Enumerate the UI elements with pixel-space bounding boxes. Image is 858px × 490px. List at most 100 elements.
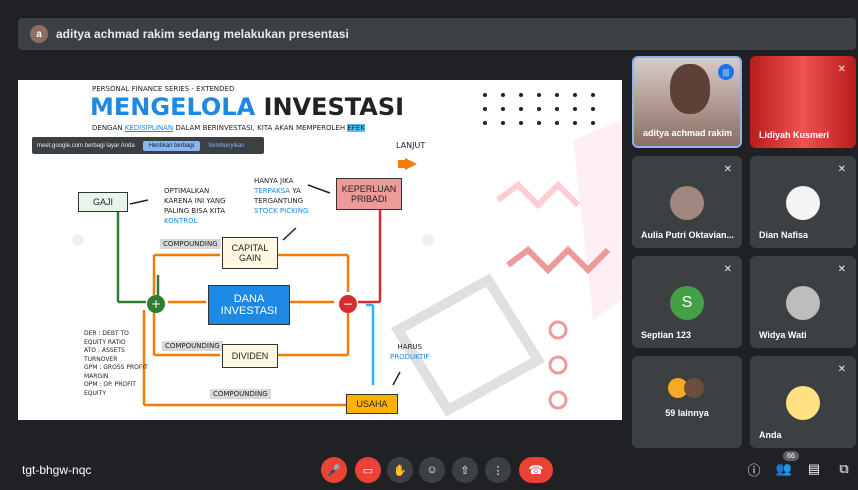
presenter-avatar: a: [30, 25, 48, 43]
avatar: [786, 186, 820, 220]
subtitle-highlight: KEDISIPLINAN: [124, 124, 174, 132]
hanya-jika-note: HANYA JIKA TERPAKSA YA TERGANTUNG STOCK …: [254, 176, 308, 216]
people-icon[interactable]: 👥: [774, 459, 794, 479]
presenting-banner: a aditya achmad rakim sedang melakukan p…: [18, 18, 856, 50]
participant-tile-speaker[interactable]: ||| aditya achmad rakim: [632, 56, 742, 148]
meeting-info-icon[interactable]: ⓘ: [744, 459, 764, 479]
mic-off-icon: ✕: [837, 64, 846, 75]
participant-tile[interactable]: ✕ Widya Wati: [750, 256, 856, 348]
mic-off-button[interactable]: 🎤: [321, 457, 347, 483]
compounding-label-3: COMPOUNDING: [210, 389, 271, 399]
mic-off-icon: ✕: [723, 164, 732, 175]
dana-line: DANA: [233, 293, 265, 305]
optimalkan-line: OPTIMALKAN: [164, 187, 210, 195]
participant-tile-self[interactable]: ✕ Anda: [750, 356, 856, 448]
mic-off-icon: ✕: [837, 264, 846, 275]
optimalkan-line: KONTROL: [164, 217, 198, 225]
svg-text:+: +: [151, 297, 161, 311]
dana-line: INVESTASI: [220, 305, 278, 317]
slide-title-a: MENGELOLA: [90, 93, 256, 121]
avatar: [786, 286, 820, 320]
hide-banner-button[interactable]: Sembunyikan: [208, 143, 244, 149]
lanjut-label: LANJUT: [396, 141, 426, 150]
note-line: STOCK PICKING: [254, 207, 309, 215]
ratio-line: MARGIN: [84, 372, 109, 380]
present-button[interactable]: ⇧: [452, 457, 478, 483]
speaking-indicator-icon: |||: [718, 64, 734, 80]
capital-gain-line: CAPITAL: [231, 243, 269, 253]
shared-screen: + − PERSONAL FINANCE SERIES - EXTENDED M…: [18, 80, 622, 420]
stop-sharing-button[interactable]: Hentikan berbagi: [142, 140, 201, 151]
harus-line: PRODUKTIF: [390, 353, 430, 361]
harus-note: HARUS PRODUKTIF: [390, 342, 430, 362]
raise-hand-button[interactable]: ✋: [387, 457, 413, 483]
compounding-label-2: COMPOUNDING: [162, 341, 223, 351]
presenting-text: aditya achmad rakim sedang melakukan pre…: [56, 27, 349, 41]
ratio-line: OPM : OP. PROFIT: [84, 381, 136, 388]
ratio-line: TURNOVER: [84, 355, 118, 363]
emoji-button[interactable]: ☺: [419, 457, 445, 483]
participant-name: Aulia Putri Oktavian...: [641, 230, 735, 240]
keperluan-box: KEPERLUAN PRIBADI: [336, 178, 402, 210]
usaha-box: USAHA: [346, 394, 398, 414]
avatar: [786, 386, 820, 420]
slide-title-b: INVESTASI: [263, 93, 405, 121]
optimalkan-line: KARENA INI YANG: [164, 197, 226, 205]
activities-icon[interactable]: ⧉: [834, 459, 854, 479]
compounding-label: COMPOUNDING: [160, 239, 221, 249]
person-silhouette: [670, 64, 710, 114]
participant-tile[interactable]: ✕ Lidiyah Kusmeri: [750, 56, 856, 148]
participant-name: Lidiyah Kusmeri: [759, 130, 830, 140]
note-line: HANYA JIKA: [254, 177, 294, 185]
capital-gain-box: CAPITAL GAIN: [222, 237, 278, 269]
note-line: YA: [292, 187, 301, 195]
participant-tile[interactable]: ✕ Aulia Putri Oktavian...: [632, 156, 742, 248]
capital-gain-line: GAIN: [238, 253, 261, 263]
subtitle-end: EFEK: [347, 124, 365, 132]
more-options-button[interactable]: ⋮: [485, 457, 511, 483]
mic-off-icon: ✕: [837, 364, 846, 375]
participant-tile-others[interactable]: 59 lainnya: [632, 356, 742, 448]
ratio-notes: DER : DEBT TO EQUITY RATIO ATO : ASSETS …: [84, 330, 148, 398]
mic-off-icon: ✕: [837, 164, 846, 175]
end-call-button[interactable]: ☎: [519, 457, 553, 483]
others-count: 59 lainnya: [665, 408, 709, 418]
svg-text:−: −: [343, 297, 353, 311]
compounding-text: COMPOUNDING: [162, 341, 223, 351]
note-line: TERPAKSA: [254, 187, 291, 195]
avatar: [684, 378, 704, 398]
ratio-line: EQUITY RATIO: [84, 338, 126, 346]
ratio-line: GPM : GROSS PROFIT: [84, 364, 148, 371]
subtitle-pre: DENGAN: [92, 124, 123, 132]
participant-name: Dian Nafisa: [759, 230, 809, 240]
share-banner-text: meet.google.com berbagi layar Anda: [37, 142, 135, 149]
screen-share-banner: meet.google.com berbagi layar Anda Henti…: [32, 137, 264, 154]
optimalkan-note: OPTIMALKAN KARENA INI YANG PALING BISA K…: [164, 186, 226, 226]
keperluan-line: PRIBADI: [350, 194, 387, 204]
harus-line: HARUS: [397, 343, 422, 351]
participant-name: aditya achmad rakim: [643, 128, 733, 138]
ratio-line: EQUITY: [84, 389, 107, 397]
compounding-text: COMPOUNDING: [210, 389, 271, 399]
ratio-line: DER : DEBT TO: [84, 330, 129, 337]
avatar: [670, 186, 704, 220]
slide-title: MENGELOLA INVESTASI: [90, 93, 404, 121]
avatar: S: [670, 286, 704, 320]
compounding-text: COMPOUNDING: [160, 239, 221, 249]
optimalkan-line: PALING BISA KITA: [164, 207, 226, 215]
slide-series: PERSONAL FINANCE SERIES - EXTENDED: [92, 85, 235, 93]
meeting-code: tgt-bhgw-nqc: [22, 463, 92, 477]
gaji-box: GAJI: [78, 192, 128, 212]
chat-icon[interactable]: ▤: [804, 459, 824, 479]
ratio-line: ATO : ASSETS: [84, 347, 125, 354]
dana-investasi-box: DANA INVESTASI: [208, 285, 290, 325]
participant-name: Septian 123: [641, 330, 692, 340]
note-line: TERGANTUNG: [254, 197, 304, 205]
slide-subtitle: DENGAN KEDISIPLINAN DALAM BERINVESTASI, …: [92, 124, 365, 132]
participant-tile[interactable]: ✕ S Septian 123: [632, 256, 742, 348]
keperluan-line: KEPERLUAN: [341, 184, 397, 194]
dot-grid-decoration: [483, 93, 613, 133]
camera-off-button[interactable]: ▭: [355, 457, 381, 483]
participant-tile[interactable]: ✕ Dian Nafisa: [750, 156, 856, 248]
subtitle-mid: DALAM BERINVESTASI, KITA AKAN MEMPEROLEH: [175, 124, 346, 132]
